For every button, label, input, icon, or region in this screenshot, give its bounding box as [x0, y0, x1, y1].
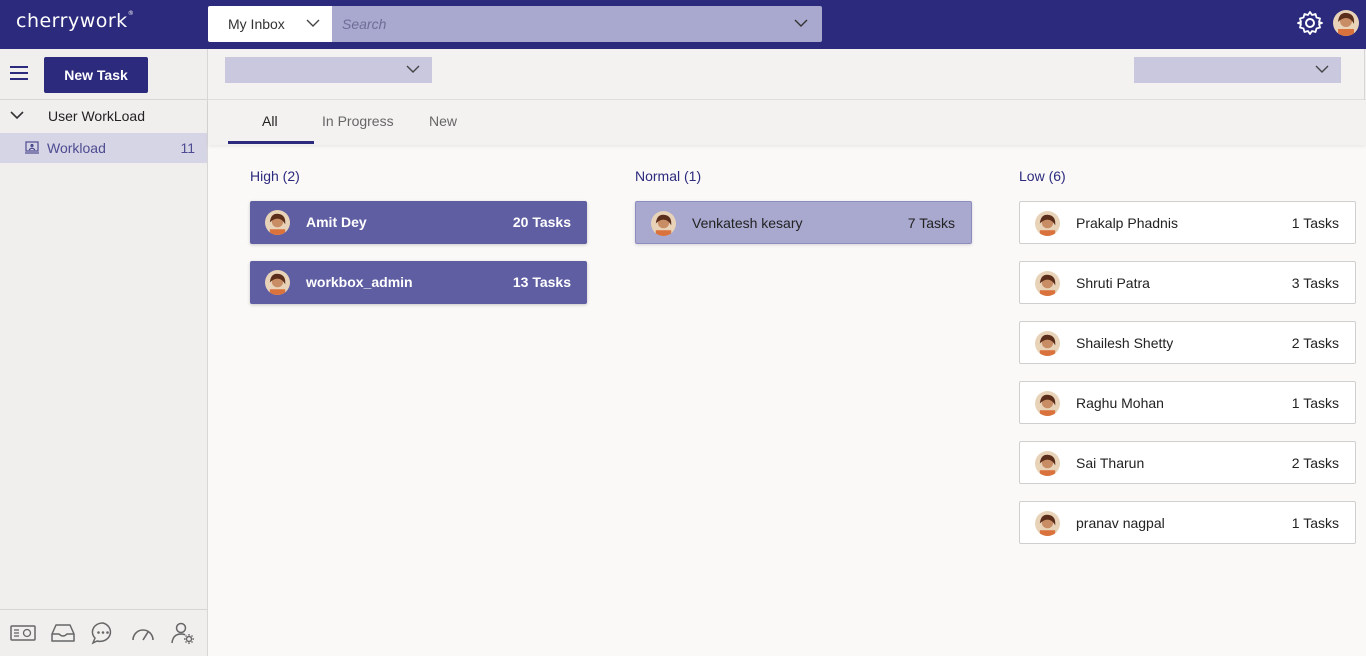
chat-icon[interactable]: [90, 620, 116, 646]
filter-dropdown-left[interactable]: [225, 57, 432, 83]
task-count: 7 Tasks: [907, 215, 955, 231]
divider: [1364, 49, 1365, 100]
user-name: Amit Dey: [306, 214, 367, 230]
avatar: [1035, 271, 1060, 296]
avatar: [265, 210, 290, 235]
new-task-button[interactable]: New Task: [44, 57, 148, 93]
inbox-select[interactable]: My Inbox: [208, 6, 332, 42]
task-count: 3 Tasks: [1291, 275, 1339, 291]
user-name: Raghu Mohan: [1076, 395, 1164, 411]
speedometer-icon[interactable]: [130, 620, 156, 646]
workload-card[interactable]: Venkatesh kesary 7 Tasks: [635, 201, 972, 244]
avatar: [1035, 391, 1060, 416]
task-count: 2 Tasks: [1291, 335, 1339, 351]
task-count: 1 Tasks: [1291, 395, 1339, 411]
task-count: 13 Tasks: [512, 274, 571, 290]
column-header-low: Low (6): [1019, 168, 1066, 184]
search-dropdown-chevron-icon[interactable]: [794, 18, 808, 28]
filter-bar: [208, 49, 1366, 100]
user-name: Venkatesh kesary: [692, 215, 803, 231]
search-input[interactable]: [332, 6, 782, 42]
inbox-select-label: My Inbox: [228, 16, 285, 32]
column-header-normal: Normal (1): [635, 168, 702, 184]
workload-card[interactable]: Raghu Mohan 1 Tasks: [1019, 381, 1356, 424]
workload-card[interactable]: Amit Dey 20 Tasks: [250, 201, 587, 244]
task-count: 20 Tasks: [512, 214, 571, 230]
avatar: [651, 211, 676, 236]
app-logo[interactable]: cherrywork®: [16, 10, 134, 32]
avatar: [1035, 451, 1060, 476]
task-count: 1 Tasks: [1291, 215, 1339, 231]
search-box: [332, 6, 822, 42]
settings-gear-icon[interactable]: [1297, 10, 1323, 36]
divider: [0, 99, 208, 100]
tab-bar: All In Progress New: [208, 100, 1366, 145]
user-name: Shailesh Shetty: [1076, 335, 1174, 351]
user-name: pranav nagpal: [1076, 515, 1165, 531]
avatar: [1035, 511, 1060, 536]
user-settings-icon[interactable]: [170, 620, 196, 646]
id-card-icon[interactable]: [10, 620, 36, 646]
sidebar-item-workload[interactable]: Workload 11: [0, 133, 207, 163]
user-avatar[interactable]: [1333, 10, 1359, 36]
task-count: 1 Tasks: [1291, 515, 1339, 531]
chevron-down-icon: [10, 111, 24, 120]
sidebar: New Task User WorkLoad Workload 11: [0, 49, 208, 656]
workload-card[interactable]: Prakalp Phadnis 1 Tasks: [1019, 201, 1356, 244]
avatar-image: [1333, 10, 1359, 36]
user-name: workbox_admin: [306, 274, 413, 290]
task-count: 2 Tasks: [1291, 455, 1339, 471]
sidebar-group-label: User WorkLoad: [48, 108, 146, 124]
sidebar-item-count: 11: [180, 140, 195, 156]
tab-in-progress[interactable]: In Progress: [322, 113, 394, 129]
tab-new[interactable]: New: [429, 113, 457, 129]
workload-icon: [25, 141, 39, 154]
column-header-high: High (2): [250, 168, 300, 184]
top-bar: cherrywork® My Inbox: [0, 0, 1366, 49]
active-tab-indicator: [228, 141, 314, 144]
chevron-down-icon: [1315, 65, 1329, 73]
filter-dropdown-right[interactable]: [1134, 57, 1341, 83]
sidebar-item-label: Workload: [47, 140, 106, 156]
user-name: Sai Tharun: [1076, 455, 1145, 471]
sidebar-group-user-workload[interactable]: User WorkLoad: [0, 102, 207, 130]
user-name: Prakalp Phadnis: [1076, 215, 1178, 231]
chevron-down-icon: [406, 65, 420, 73]
sidebar-bottom-nav: [0, 609, 207, 656]
workload-card[interactable]: Sai Tharun 2 Tasks: [1019, 441, 1356, 484]
inbox-icon[interactable]: [50, 620, 76, 646]
tab-all[interactable]: All: [262, 113, 278, 129]
user-name: Shruti Patra: [1076, 275, 1150, 291]
workload-card[interactable]: workbox_admin 13 Tasks: [250, 261, 587, 304]
avatar: [1035, 331, 1060, 356]
avatar: [265, 270, 290, 295]
avatar: [1035, 211, 1060, 236]
hamburger-menu-icon[interactable]: [10, 66, 30, 82]
workload-card[interactable]: pranav nagpal 1 Tasks: [1019, 501, 1356, 544]
workload-card[interactable]: Shruti Patra 3 Tasks: [1019, 261, 1356, 304]
chevron-down-icon: [306, 19, 320, 27]
workload-card[interactable]: Shailesh Shetty 2 Tasks: [1019, 321, 1356, 364]
